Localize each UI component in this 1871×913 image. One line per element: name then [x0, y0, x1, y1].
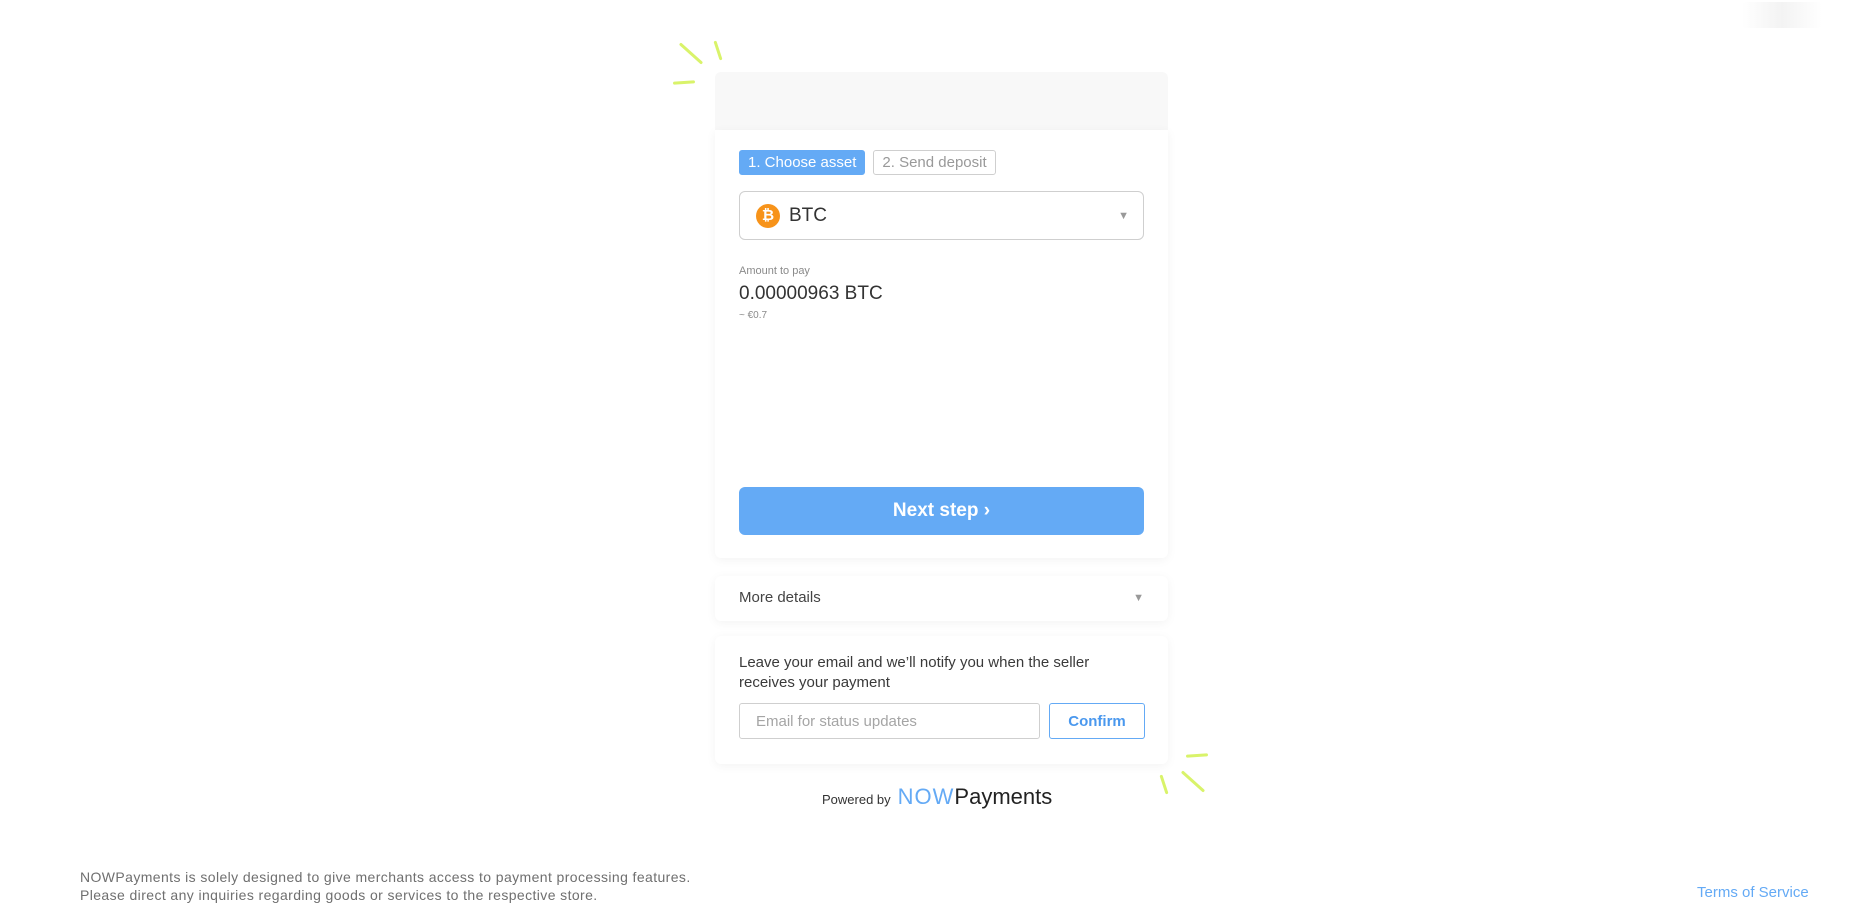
step-indicator: 1. Choose asset 2. Send deposit — [739, 150, 996, 175]
nowpayments-logo: NOWPayments — [898, 784, 1053, 810]
sparkle-decoration — [678, 42, 704, 65]
amount-label: Amount to pay — [739, 265, 810, 277]
corner-placeholder — [1742, 2, 1822, 28]
disclaimer-line: NOWPayments is solely designed to give m… — [80, 869, 691, 885]
notify-description: Leave your email and we’ll notify you wh… — [739, 654, 1090, 691]
sparkle-decoration — [1185, 753, 1209, 758]
sparkle-decoration — [1180, 770, 1206, 793]
payment-card-header — [715, 72, 1168, 130]
more-details-label: More details — [739, 589, 821, 606]
asset-selected-label: BTC — [789, 204, 827, 226]
email-notify-card: Leave your email and we’ll notify you wh… — [715, 636, 1168, 764]
chevron-down-icon: ▼ — [1118, 210, 1129, 222]
terms-of-service-link[interactable]: Terms of Service — [1697, 884, 1809, 901]
chevron-down-icon: ▼ — [1133, 592, 1144, 604]
bitcoin-icon: ₿ — [756, 203, 780, 228]
amount-fiat-value: ~ €0.7 — [739, 310, 768, 321]
sparkle-decoration — [672, 80, 696, 85]
disclaimer-line: Please direct any inquiries regarding go… — [80, 887, 598, 903]
confirm-button[interactable]: Confirm — [1049, 703, 1145, 739]
step-choose-asset[interactable]: 1. Choose asset — [739, 150, 866, 175]
sparkle-decoration — [1159, 774, 1169, 795]
logo-now-text: NOW — [897, 784, 955, 809]
asset-select[interactable]: ₿ BTC ▼ — [739, 191, 1144, 240]
amount-value: 0.00000963 BTC — [739, 283, 883, 304]
step-send-deposit[interactable]: 2. Send deposit — [873, 150, 996, 175]
powered-by-label: Powered by — [822, 792, 891, 807]
powered-by: Powered by NOWPayments — [822, 784, 1052, 810]
payment-card: 1. Choose asset 2. Send deposit ₿ BTC ▼ … — [715, 130, 1168, 558]
email-field[interactable] — [739, 703, 1040, 739]
next-step-button[interactable]: Next step › — [739, 487, 1144, 535]
footer-disclaimer: NOWPayments is solely designed to give m… — [80, 868, 691, 904]
sparkle-decoration — [713, 40, 723, 61]
more-details-toggle[interactable]: More details ▼ — [715, 576, 1168, 621]
logo-payments-text: Payments — [954, 784, 1053, 809]
